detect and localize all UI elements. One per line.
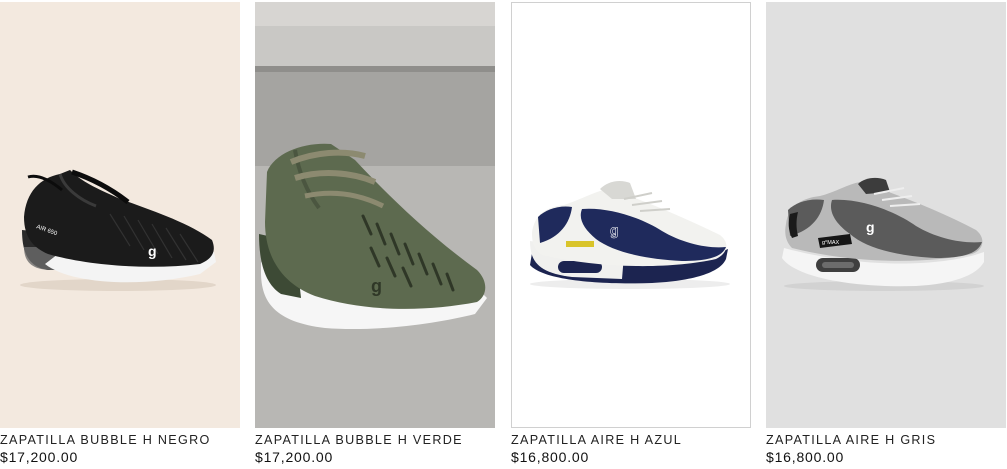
product-name[interactable]: ZAPATILLA BUBBLE H VERDE — [255, 433, 500, 447]
svg-text:g: g — [148, 243, 157, 259]
product-image-link[interactable]: g — [255, 2, 495, 428]
product-price: $16,800.00 — [766, 449, 845, 465]
product-card: g ZAPATILLA BUBBLE H VERDE $17,200.00 — [255, 0, 495, 469]
product-image: AIR 650 g — [0, 2, 240, 428]
product-price: $17,200.00 — [255, 449, 334, 465]
product-price: $17,200.00 — [0, 449, 79, 465]
svg-text:g: g — [371, 276, 382, 296]
product-name[interactable]: ZAPATILLA AIRE H AZUL — [511, 433, 756, 447]
product-image: g — [255, 2, 495, 428]
product-image: g°MAX g — [766, 2, 1006, 428]
svg-text:g: g — [610, 222, 619, 238]
product-name[interactable]: ZAPATILLA AIRE H GRIS — [766, 433, 1007, 447]
product-image-link[interactable]: g — [511, 2, 751, 428]
product-card: g°MAX g ZAPATILLA AIRE H GRIS $16,800.00 — [766, 0, 1006, 469]
product-image: g — [512, 3, 750, 427]
svg-text:g: g — [866, 219, 875, 235]
product-image-link[interactable]: AIR 650 g — [0, 2, 240, 428]
product-image-link[interactable]: g°MAX g — [766, 2, 1006, 428]
svg-text:g°MAX: g°MAX — [822, 240, 840, 246]
product-name[interactable]: ZAPATILLA BUBBLE H NEGRO — [0, 433, 245, 447]
product-price: $16,800.00 — [511, 449, 590, 465]
product-card: g ZAPATILLA AIRE H AZUL $16,800.00 — [511, 0, 751, 469]
product-card: AIR 650 g ZAPATILLA BUBBLE H NEGRO $17,2… — [0, 0, 240, 469]
